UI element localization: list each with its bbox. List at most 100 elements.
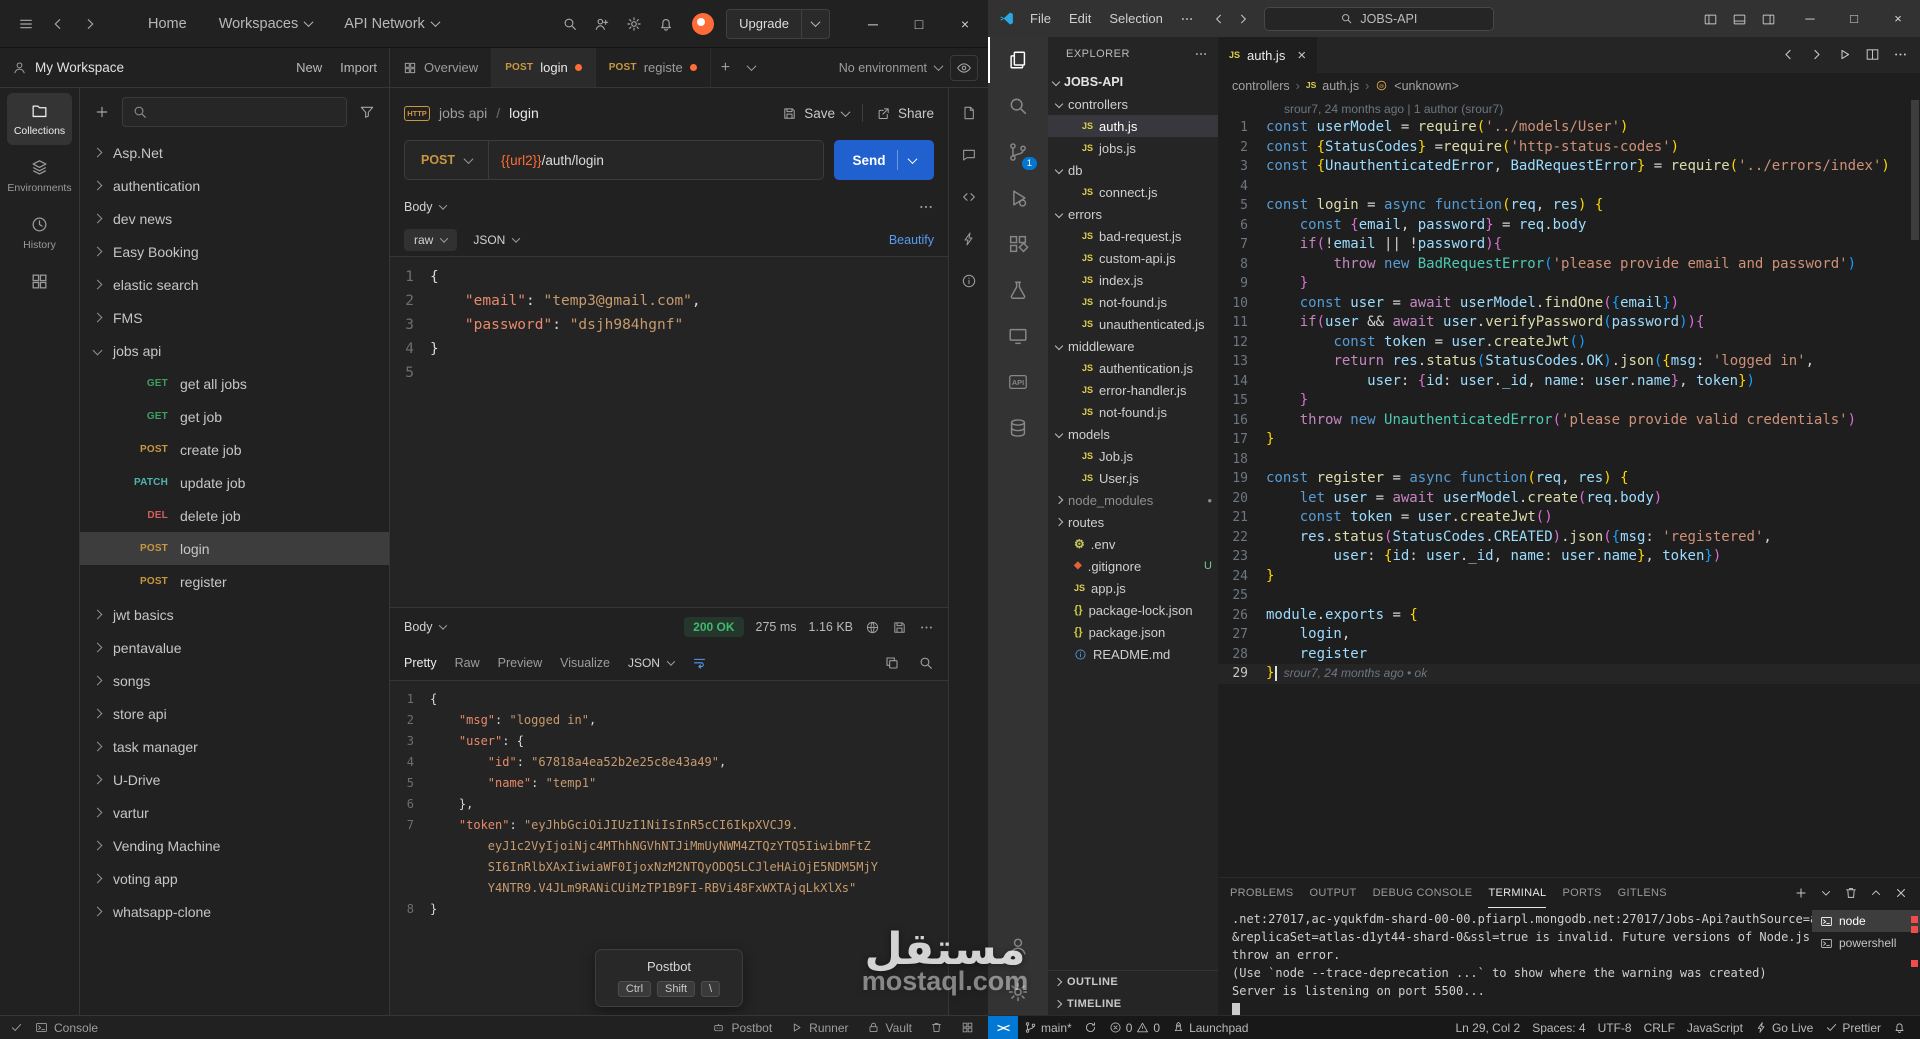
- panel-tab-debug-console[interactable]: DEBUG CONSOLE: [1373, 878, 1473, 908]
- run-file-button[interactable]: [1837, 46, 1852, 64]
- response-tab-visualize[interactable]: Visualize: [560, 656, 610, 670]
- response-language-select[interactable]: JSON: [628, 656, 676, 670]
- close-button[interactable]: ×: [942, 0, 988, 48]
- file-not-found-js[interactable]: JS not-found.js: [1048, 291, 1218, 313]
- two-pane-button[interactable]: [961, 1021, 974, 1034]
- timeline-section[interactable]: TIMELINE: [1048, 993, 1218, 1015]
- file-unauthenticated-js[interactable]: JS unauthenticated.js: [1048, 313, 1218, 335]
- notifications-button[interactable]: [1887, 1016, 1912, 1039]
- breadcrumb-symbol[interactable]: <unknown>: [1394, 79, 1459, 93]
- toggle-panel-button[interactable]: [1732, 10, 1747, 26]
- request-collection[interactable]: jobs api: [439, 105, 487, 121]
- collection-songs[interactable]: songs: [80, 664, 389, 697]
- panel-tab-gitlens[interactable]: GITLENS: [1618, 878, 1667, 908]
- manage-button[interactable]: [988, 969, 1048, 1015]
- breadcrumb-folder[interactable]: controllers: [1232, 79, 1290, 93]
- beautify-button[interactable]: Beautify: [889, 233, 934, 247]
- share-button[interactable]: Share: [876, 106, 934, 121]
- close-button[interactable]: ×: [1876, 0, 1920, 37]
- file-error-handler-js[interactable]: JS error-handler.js: [1048, 379, 1218, 401]
- info-button[interactable]: [961, 272, 977, 290]
- response-body-tab[interactable]: Body: [404, 620, 447, 634]
- file-app-js[interactable]: JS app.js: [1048, 577, 1218, 599]
- copy-response-button[interactable]: [884, 654, 900, 672]
- collection-u-drive[interactable]: U-Drive: [80, 763, 389, 796]
- collection-voting-app[interactable]: voting app: [80, 862, 389, 895]
- menu-workspaces[interactable]: Workspaces: [203, 0, 329, 48]
- split-editor-button[interactable]: [1865, 46, 1880, 64]
- nav-forward-button[interactable]: [74, 9, 106, 39]
- tab-overview[interactable]: Overview: [390, 48, 493, 87]
- panel-tab-problems[interactable]: PROBLEMS: [1230, 878, 1294, 908]
- more-actions-button[interactable]: [1893, 46, 1908, 64]
- cursor-position-status[interactable]: Ln 29, Col 2: [1449, 1016, 1526, 1039]
- request-get-all-jobs[interactable]: GET get all jobs: [80, 367, 389, 400]
- go-live-button[interactable]: Go Live: [1749, 1016, 1819, 1039]
- request-login[interactable]: POST login: [80, 532, 389, 565]
- folder-routes[interactable]: routes: [1048, 511, 1218, 533]
- source-control-button[interactable]: 1: [988, 129, 1048, 175]
- breadcrumb-file[interactable]: auth.js: [1322, 79, 1359, 93]
- response-tab-pretty[interactable]: Pretty: [404, 656, 437, 670]
- file-package-json[interactable]: {} package.json: [1048, 621, 1218, 643]
- file-bad-request-js[interactable]: JS bad-request.js: [1048, 225, 1218, 247]
- terminal[interactable]: .net:27017,ac-yqukfdm-shard-00-00.pfiarp…: [1218, 908, 1812, 1015]
- account-button[interactable]: [988, 923, 1048, 969]
- remote-indicator[interactable]: ><: [988, 1016, 1019, 1039]
- comments-button[interactable]: [961, 146, 977, 164]
- notifications-button[interactable]: [650, 9, 682, 39]
- file-readme-md[interactable]: README.md: [1048, 643, 1218, 665]
- remote-explorer-button[interactable]: [988, 313, 1048, 359]
- search-button[interactable]: [554, 9, 586, 39]
- body-mode-select[interactable]: raw: [404, 229, 458, 251]
- globe-icon[interactable]: [865, 620, 880, 635]
- file-env[interactable]: ⚙ .env: [1048, 533, 1218, 555]
- project-root-folder[interactable]: JOBS-API: [1048, 71, 1218, 93]
- collection-pentavalue[interactable]: pentavalue: [80, 631, 389, 664]
- request-update-job[interactable]: PATCH update job: [80, 466, 389, 499]
- explorer-button[interactable]: [988, 37, 1048, 83]
- collection-dev-news[interactable]: dev news: [80, 202, 389, 235]
- collections-search-input[interactable]: [122, 97, 347, 127]
- wrap-lines-button[interactable]: [692, 654, 707, 672]
- collection-easy-booking[interactable]: Easy Booking: [80, 235, 389, 268]
- save-button[interactable]: Save: [782, 106, 851, 121]
- menu-overflow-button[interactable]: [1172, 11, 1202, 27]
- kill-terminal-button[interactable]: [1844, 886, 1858, 900]
- new-button[interactable]: New: [296, 60, 322, 75]
- nav-back-button[interactable]: [1212, 11, 1226, 27]
- shell-powershell[interactable]: powershell: [1812, 932, 1920, 954]
- folder-controllers[interactable]: controllers: [1048, 93, 1218, 115]
- environment-selector[interactable]: No environment: [839, 61, 944, 75]
- environment-quick-look-button[interactable]: [950, 54, 978, 81]
- collection-fms[interactable]: FMS: [80, 301, 389, 334]
- more-options-button[interactable]: [918, 198, 934, 216]
- file-authentication-js[interactable]: JS authentication.js: [1048, 357, 1218, 379]
- request-register[interactable]: POST register: [80, 565, 389, 598]
- collection-vartur[interactable]: vartur: [80, 796, 389, 829]
- settings-button[interactable]: [618, 9, 650, 39]
- documentation-button[interactable]: [961, 104, 977, 122]
- indentation-status[interactable]: Spaces: 4: [1526, 1016, 1591, 1039]
- invite-button[interactable]: [586, 9, 618, 39]
- file-custom-api-js[interactable]: JS custom-api.js: [1048, 247, 1218, 269]
- request-create-job[interactable]: POST create job: [80, 433, 389, 466]
- folder-middleware[interactable]: middleware: [1048, 335, 1218, 357]
- code-editor[interactable]: srour7, 24 months ago | 1 author (srour7…: [1218, 98, 1920, 877]
- editor-scrollbar[interactable]: [1910, 98, 1920, 877]
- tab-auth-js[interactable]: JS auth.js ×: [1218, 37, 1318, 73]
- upgrade-button[interactable]: Upgrade: [726, 8, 830, 39]
- app-menu-button[interactable]: [10, 9, 42, 39]
- rail-collections[interactable]: Collections: [7, 93, 72, 145]
- search-button[interactable]: [988, 83, 1048, 129]
- minimize-button[interactable]: ─: [850, 0, 896, 48]
- postbot-widget[interactable]: Postbot Ctrl Shift \: [594, 949, 744, 1007]
- close-tab-button[interactable]: ×: [1297, 47, 1306, 64]
- menu-selection[interactable]: Selection: [1100, 0, 1171, 37]
- menu-edit[interactable]: Edit: [1060, 0, 1100, 37]
- folder-errors[interactable]: errors: [1048, 203, 1218, 225]
- file-index-js[interactable]: JS index.js: [1048, 269, 1218, 291]
- tab-login[interactable]: POST login: [492, 48, 596, 87]
- request-get-job[interactable]: GET get job: [80, 400, 389, 433]
- collection-whatsapp-clone[interactable]: whatsapp-clone: [80, 895, 389, 928]
